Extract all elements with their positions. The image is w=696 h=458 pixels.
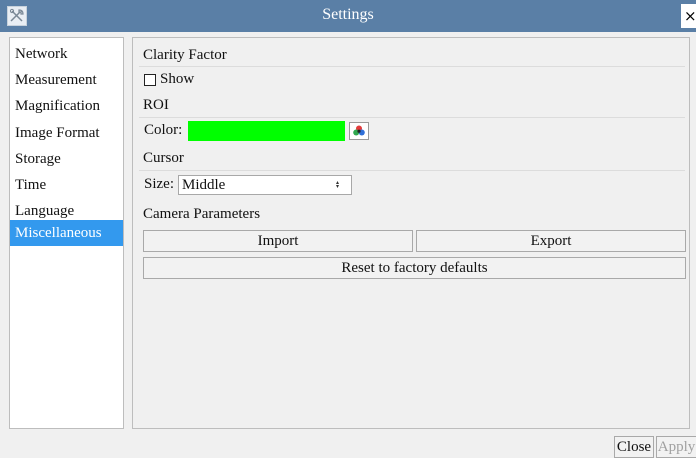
nav-item-magnification[interactable]: Magnification	[10, 94, 123, 118]
import-button[interactable]: Import	[143, 230, 413, 252]
size-label: Size:	[144, 176, 174, 192]
settings-nav: Network Measurement Magnification Image …	[9, 37, 124, 429]
cursor-size-value: Middle	[182, 177, 226, 193]
divider	[139, 66, 685, 67]
color-palette-icon[interactable]	[349, 122, 369, 140]
divider	[139, 170, 685, 171]
nav-item-measurement[interactable]: Measurement	[10, 68, 123, 92]
reset-factory-defaults-button[interactable]: Reset to factory defaults	[143, 257, 686, 279]
nav-item-network[interactable]: Network	[10, 42, 123, 66]
close-icon[interactable]: ×	[681, 4, 696, 28]
nav-item-miscellaneous[interactable]: Miscellaneous	[10, 220, 123, 246]
color-label: Color:	[144, 122, 183, 138]
cursor-title: Cursor	[143, 150, 184, 166]
window-title: Settings	[322, 6, 374, 23]
export-button[interactable]: Export	[416, 230, 686, 252]
miscellaneous-panel: Clarity Factor Show ROI Color: Cursor Si…	[132, 37, 690, 429]
apply-button[interactable]: Apply	[656, 436, 696, 458]
show-checkbox[interactable]	[144, 73, 156, 86]
clarity-factor-title: Clarity Factor	[143, 47, 227, 63]
camera-parameters-title: Camera Parameters	[143, 206, 261, 222]
close-button[interactable]: Close	[614, 436, 654, 458]
roi-title: ROI	[143, 97, 169, 113]
roi-color-swatch[interactable]	[188, 121, 345, 141]
nav-item-image-format[interactable]: Image Format	[10, 121, 123, 145]
show-label: Show	[160, 71, 195, 87]
nav-item-storage[interactable]: Storage	[10, 147, 123, 171]
show-checkbox-row[interactable]: Show	[144, 71, 194, 88]
divider	[139, 117, 685, 118]
title-bar: Settings ×	[0, 0, 696, 32]
nav-item-time[interactable]: Time	[10, 173, 123, 197]
cursor-size-select[interactable]: Middle ▴▾	[178, 175, 352, 195]
updown-arrows-icon: ▴▾	[334, 179, 341, 187]
